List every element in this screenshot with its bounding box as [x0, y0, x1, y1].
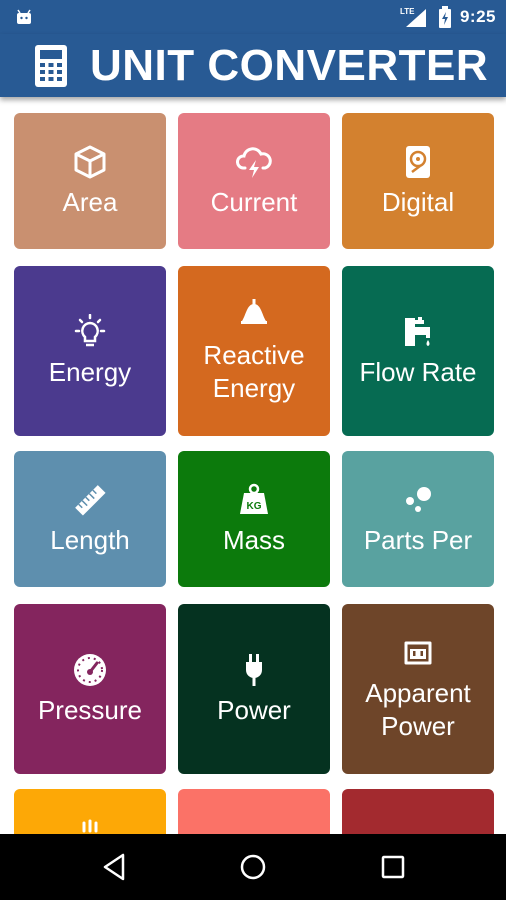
tile-label: Flow Rate [359, 356, 477, 387]
tile-digital[interactable]: Digital [342, 113, 494, 249]
tile-label-line: Energy [212, 373, 296, 403]
partial-icon [82, 819, 98, 833]
network-label: LTE [400, 7, 415, 16]
tile-partial-3[interactable] [342, 789, 494, 834]
bell-lamp-icon [241, 299, 267, 324]
tile-label: Mass [222, 524, 286, 555]
tile-label-line: Power [381, 711, 455, 741]
tile-partial-1[interactable] [14, 789, 166, 834]
tile-label: Current [210, 186, 298, 217]
tile-area[interactable]: Area [14, 113, 166, 249]
ruler-icon [75, 484, 106, 516]
tile-power[interactable]: Power [178, 604, 330, 774]
tile-partial-2[interactable] [178, 789, 330, 834]
tile-pressure[interactable]: Pressure [14, 604, 166, 774]
tile-mass[interactable]: KG Mass [178, 451, 330, 587]
tile-current[interactable]: Current [178, 113, 330, 249]
power-outlet-icon [404, 641, 432, 665]
tile-label: Area [62, 186, 118, 217]
water-tap-icon [405, 316, 430, 346]
tile-label: Energy [48, 356, 132, 387]
tile-flow-rate[interactable]: Flow Rate [342, 266, 494, 436]
tile-apparent-power[interactable]: Apparent Power [342, 604, 494, 774]
tile-reactive-energy[interactable]: Reactive Energy [178, 266, 330, 436]
category-grid: Area Current Digital Energy Reactive Ene… [0, 97, 506, 834]
back-icon[interactable] [99, 851, 131, 883]
home-icon[interactable] [237, 851, 269, 883]
tile-label-line: Apparent [365, 678, 471, 708]
cube-icon [74, 145, 106, 178]
svg-text:KG: KG [247, 501, 262, 512]
tile-label: Length [50, 524, 130, 555]
tile-length[interactable]: Length [14, 451, 166, 587]
tile-label: Parts Per [363, 524, 473, 555]
tile-label: Power [217, 694, 291, 725]
tile-label: Digital [381, 186, 455, 217]
tile-parts-per[interactable]: Parts Per [342, 451, 494, 587]
app-title: UNIT CONVERTER [90, 41, 489, 90]
tile-label-line: Reactive [203, 340, 305, 370]
tile-label: Pressure [37, 694, 143, 725]
tile-label: Apparent Power [361, 677, 475, 743]
navigation-bar [0, 834, 506, 900]
plug-icon [246, 653, 262, 686]
tile-energy[interactable]: Energy [14, 266, 166, 436]
status-bar: LTE 9:25 [0, 0, 506, 34]
recents-icon[interactable] [377, 851, 409, 883]
gauge-icon [74, 653, 106, 686]
lightbulb-icon [74, 313, 106, 346]
clock: 9:25 [459, 7, 496, 26]
bubbles-icon [406, 486, 431, 512]
tile-label: Reactive Energy [199, 339, 308, 405]
android-notification-icon [17, 9, 31, 24]
hard-drive-icon [406, 145, 430, 178]
app-bar: UNIT CONVERTER [0, 34, 506, 97]
battery-charging-icon [438, 6, 451, 28]
calculator-icon [35, 45, 67, 87]
cloud-bolt-icon [236, 146, 272, 178]
kg-weight-icon: KG [240, 483, 268, 514]
lte-signal-icon: LTE [400, 7, 426, 27]
